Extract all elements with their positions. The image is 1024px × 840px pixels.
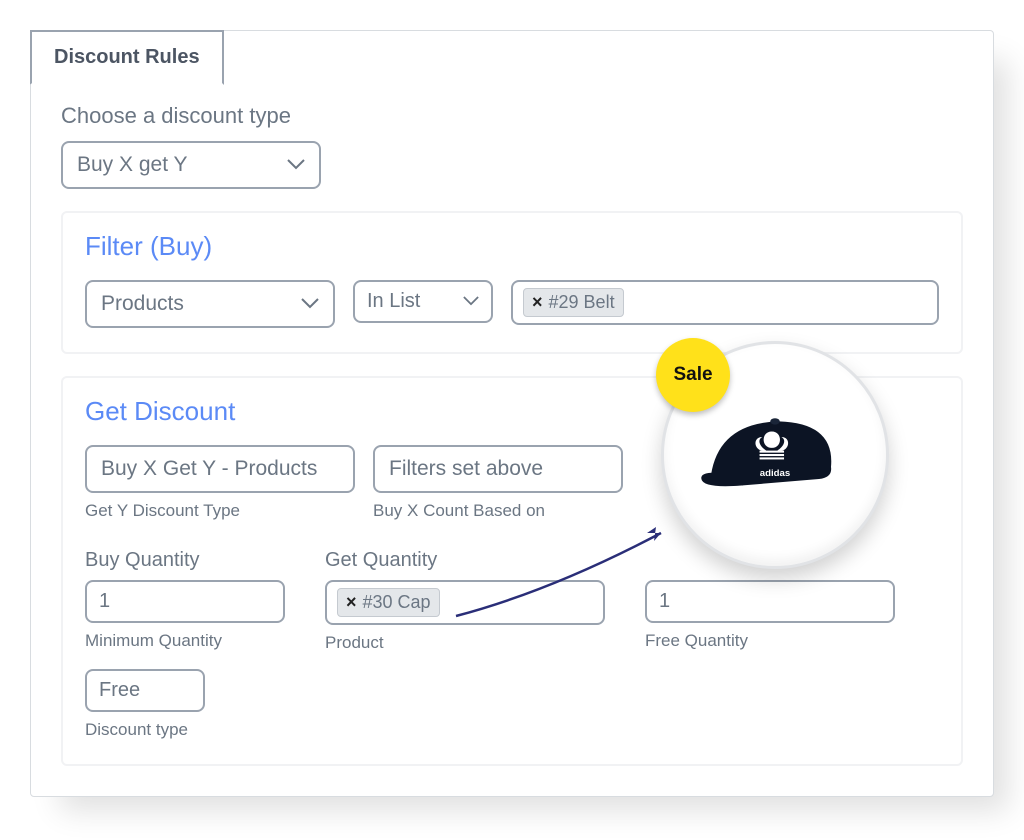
get-product-input[interactable]: × #30 Cap <box>325 580 605 625</box>
choose-discount-type-label: Choose a discount type <box>61 103 963 129</box>
discount-type-value: Free <box>99 679 140 701</box>
tab-discount-rules[interactable]: Discount Rules <box>30 30 224 85</box>
discount-type-select[interactable]: Buy X get Y <box>61 141 321 189</box>
buy-x-count-select[interactable]: Filters set above <box>373 445 623 493</box>
sale-badge: Sale <box>656 338 730 412</box>
buy-x-count-sublabel: Buy X Count Based on <box>373 501 623 521</box>
discount-type-sublabel: Discount type <box>85 720 285 740</box>
filter-tag-29-belt: × #29 Belt <box>523 288 624 317</box>
get-tag-label: #30 Cap <box>363 592 431 613</box>
remove-tag-icon[interactable]: × <box>346 592 357 613</box>
free-quantity-input[interactable]: 1 <box>645 580 895 623</box>
tab-label: Discount Rules <box>54 46 200 68</box>
discount-rules-card: Discount Rules Choose a discount type Bu… <box>30 30 994 797</box>
filter-products-input[interactable]: × #29 Belt <box>511 280 939 325</box>
filter-op-selected: In List <box>367 290 420 313</box>
filter-op-select[interactable]: In List <box>353 280 493 323</box>
filter-buy-box: Filter (Buy) Products In List × <box>61 211 963 354</box>
get-y-type-value: Buy X Get Y - Products <box>101 457 317 480</box>
chevron-down-icon <box>463 296 479 307</box>
chevron-down-icon <box>287 159 305 171</box>
free-quantity-value: 1 <box>659 590 670 612</box>
filter-scope-select[interactable]: Products <box>85 280 335 328</box>
remove-tag-icon[interactable]: × <box>532 292 543 313</box>
buy-quantity-value: 1 <box>99 590 110 612</box>
buy-quantity-label: Buy Quantity <box>85 549 285 572</box>
filter-tag-label: #29 Belt <box>549 292 615 313</box>
discount-type-input[interactable]: Free <box>85 669 205 712</box>
svg-text:adidas: adidas <box>760 468 790 479</box>
buy-quantity-input[interactable]: 1 <box>85 580 285 623</box>
get-y-type-sublabel: Get Y Discount Type <box>85 501 355 521</box>
free-quantity-sublabel: Free Quantity <box>645 631 895 651</box>
chevron-down-icon <box>301 298 319 310</box>
buy-x-count-value: Filters set above <box>389 457 543 480</box>
get-product-sublabel: Product <box>325 633 605 653</box>
filter-scope-selected: Products <box>101 292 184 316</box>
get-quantity-label: Get Quantity <box>325 549 605 572</box>
discount-type-selected: Buy X get Y <box>77 153 188 177</box>
sale-badge-label: Sale <box>673 364 712 386</box>
get-y-type-select[interactable]: Buy X Get Y - Products <box>85 445 355 493</box>
filter-buy-title: Filter (Buy) <box>85 231 939 262</box>
cap-icon: adidas <box>695 395 855 515</box>
buy-quantity-sublabel: Minimum Quantity <box>85 631 285 651</box>
product-preview-circle: Sale adidas <box>661 341 889 569</box>
get-tag-30-cap: × #30 Cap <box>337 588 440 617</box>
